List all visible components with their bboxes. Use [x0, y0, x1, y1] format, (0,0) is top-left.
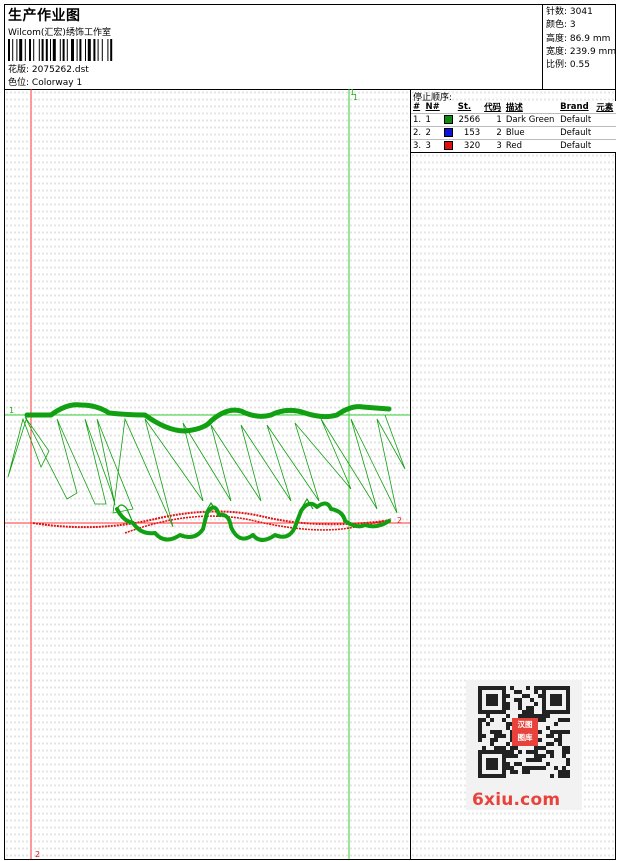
table-row[interactable]: 3. 3 320 3 Red Default [411, 139, 616, 153]
colorway-name: Colorway 1 [31, 78, 83, 88]
green-top-wave-band [24, 402, 392, 434]
marker-bottom-left: 2 [35, 850, 40, 859]
table-row[interactable]: 2. 2 153 2 Blue Default [411, 126, 616, 140]
design-stats: 针数: 3041 颜色: 3 高度: 86.9 mm 宽度: 239.9 mm … [542, 5, 616, 89]
color-swatch-blue [444, 128, 454, 137]
col-index: # [413, 102, 421, 112]
barcode-image [8, 39, 113, 61]
embroidery-canvas[interactable]: 1 1 2 2 [5, 89, 411, 859]
stats-list: 针数: 3041 颜色: 3 高度: 86.9 mm 宽度: 239.9 mm … [546, 6, 616, 72]
table-row[interactable]: 1. 1 2566 1 Dark Green Default [411, 113, 616, 127]
col-n: N# [425, 102, 440, 112]
marker-top: 1 [350, 88, 356, 97]
stat-height: 高度: 86.9 mm [546, 33, 611, 44]
embroidery-preview: 1 1 2 2 [5, 89, 410, 859]
sheet-header: 生产作业图 Wilcom(汇宏)绣饰工作室 花版: 2075262.dst 色位… [5, 5, 616, 90]
table-header-row: # N# St. 代码 描述 Brand 元素 [411, 101, 616, 114]
colorway-row: 色位: Colorway 1 [8, 75, 82, 88]
col-element: 元素 [596, 103, 614, 113]
color-swatch-red [444, 141, 454, 150]
qr-center-badge: 汉图 图库 [512, 718, 538, 746]
stat-colors: 颜色: 3 [546, 20, 576, 31]
design-label: 花版: [8, 65, 30, 75]
col-code: 代码 [484, 103, 502, 113]
red-wave-front [32, 510, 386, 529]
stop-sequence-table: # N# St. 代码 描述 Brand 元素 1. 1 2566 1 Dark… [411, 101, 616, 153]
color-swatch-dark-green [444, 115, 454, 124]
design-file-row: 花版: 2075262.dst [8, 62, 89, 75]
design-file-name: 2075262.dst [31, 65, 89, 75]
col-desc: 描述 [505, 103, 523, 113]
page-title: 生产作业图 [8, 8, 81, 24]
stat-width: 宽度: 239.9 mm [546, 46, 617, 57]
col-stitches: St. [457, 102, 472, 112]
green-scalloped-band [115, 501, 391, 542]
col-swatch [442, 101, 455, 114]
company-name: Wilcom(汇宏)绣饰工作室 [8, 28, 111, 38]
marker-mid-left: 1 [9, 406, 14, 415]
colorway-label: 色位: [8, 78, 30, 88]
marker-mid-right: 2 [397, 516, 402, 525]
col-brand: Brand [560, 102, 589, 112]
header-info: 生产作业图 Wilcom(汇宏)绣饰工作室 花版: 2075262.dst 色位… [5, 5, 542, 89]
stat-scale: 比例: 0.55 [546, 60, 590, 71]
stat-stitches: 针数: 3041 [546, 7, 593, 17]
watermark-site-text: 6xiu.com [472, 790, 561, 810]
